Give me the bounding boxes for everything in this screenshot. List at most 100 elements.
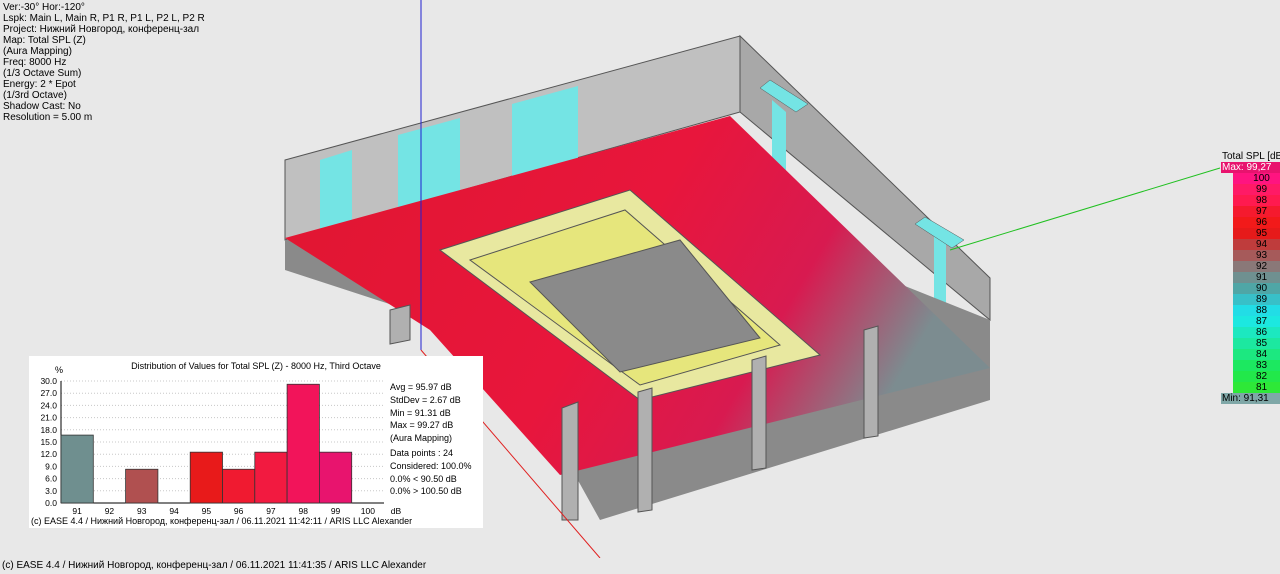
view-info: Ver:-30° Hor:-120° Lspk: Main L, Main R,… — [3, 2, 205, 123]
y-tick-label: 6.0 — [45, 474, 57, 484]
stat-points: Data points : 24 — [390, 447, 454, 458]
octave-sum-text: (1/3 Octave Sum) — [3, 68, 82, 79]
legend-label: 98 — [1255, 195, 1268, 206]
x-axis-unit: dB — [391, 506, 402, 516]
histogram-bar — [60, 434, 94, 504]
histogram-bar — [125, 468, 159, 504]
y-tick-label: 27.0 — [40, 388, 57, 398]
third-octave-text: (1/3rd Octave) — [3, 90, 67, 101]
legend-row: 89 — [1221, 294, 1280, 305]
legend-row: 100 — [1221, 173, 1280, 184]
legend-row: 85 — [1221, 338, 1280, 349]
y-tick-label: 12.0 — [40, 449, 57, 459]
legend-row: 98 — [1221, 195, 1280, 206]
legend-label: 81 — [1255, 382, 1268, 393]
histogram-window[interactable]: Distribution of Values for Total SPL (Z)… — [29, 356, 483, 528]
legend-label: 97 — [1255, 206, 1268, 217]
legend-label: 95 — [1255, 228, 1268, 239]
x-tick-label: 98 — [299, 506, 309, 516]
y-tick-label: 18.0 — [40, 425, 57, 435]
x-tick-label: 95 — [202, 506, 212, 516]
legend-row: 99 — [1221, 184, 1280, 195]
x-tick-label: 96 — [234, 506, 244, 516]
stat-avg: Avg = 95.97 dB — [390, 382, 452, 392]
legend-label: 85 — [1255, 338, 1268, 349]
legend-row: 95 — [1221, 228, 1280, 239]
histogram-bar — [286, 383, 320, 504]
x-tick-label: 94 — [169, 506, 179, 516]
legend-title: Total SPL [dB] — [1222, 151, 1280, 162]
x-tick-label: 99 — [331, 506, 341, 516]
legend-row: 82 — [1221, 371, 1280, 382]
legend-row: 88 — [1221, 305, 1280, 316]
legend-row: 83 — [1221, 360, 1280, 371]
mapping-text: (Aura Mapping) — [3, 46, 72, 57]
stat-min: Min = 91.31 dB — [390, 407, 451, 418]
y-tick-label: 0.0 — [45, 498, 57, 508]
legend-label: 89 — [1255, 294, 1268, 305]
legend-label: 87 — [1255, 316, 1268, 327]
y-tick-label: 3.0 — [45, 486, 57, 496]
x-tick-label: 91 — [72, 506, 82, 516]
project-text: Project: Нижний Новгород, конференц-зал — [3, 24, 200, 35]
y-tick-label: 24.0 — [40, 400, 57, 410]
axis-y — [949, 167, 1221, 251]
histogram-bar — [254, 451, 288, 504]
y-tick-label: 30.0 — [40, 376, 57, 386]
stat-stddev: StdDev = 2.67 dB — [390, 394, 461, 405]
legend-label: 86 — [1255, 327, 1268, 338]
y-tick-label: 21.0 — [40, 413, 57, 423]
legend-max: Max: 99,27 — [1221, 162, 1280, 173]
legend-label: 88 — [1255, 305, 1268, 316]
spl-color-legend: Total SPL [dB] Max: 99,27 100 99 98 97 96 95 9… — [1221, 151, 1280, 404]
x-tick-label: 100 — [361, 506, 375, 516]
stat-mapping: (Aura Mapping) — [390, 433, 453, 444]
legend-label: 100 — [1253, 173, 1270, 184]
stat-max: Max = 99.27 dB — [390, 420, 454, 431]
histogram-footer: (c) EASE 4.4 / Нижний Новгород, конферен… — [31, 516, 413, 526]
legend-label: 99 — [1255, 184, 1268, 195]
legend-row: 94 — [1221, 239, 1280, 250]
stat-above: 0.0% > 100.50 dB — [390, 486, 462, 497]
legend-row: 84 — [1221, 349, 1280, 360]
legend-label: 96 — [1255, 217, 1268, 228]
legend-label: 93 — [1255, 250, 1268, 261]
legend-min: Min: 91,31 — [1221, 393, 1280, 404]
stat-considered: Considered: 100.0% — [390, 460, 472, 471]
map-text: Map: Total SPL (Z) — [3, 35, 86, 46]
legend-row: 90 — [1221, 283, 1280, 294]
legend-label: 92 — [1255, 261, 1268, 272]
legend-label: 90 — [1255, 283, 1268, 294]
legend-label: 84 — [1255, 349, 1268, 360]
resolution-text: Resolution = 5.00 m — [3, 112, 93, 123]
histogram-stats: Avg = 95.97 dB StdDev = 2.67 dB Min = 91… — [390, 381, 472, 498]
legend-row: 92 — [1221, 261, 1280, 272]
status-bar: (c) EASE 4.4 / Нижний Новгород, конферен… — [0, 558, 1280, 574]
legend-row: 86 — [1221, 327, 1280, 338]
energy-text: Energy: 2 * Epot — [3, 79, 76, 90]
x-tick-label: 92 — [105, 506, 115, 516]
legend-row: 91 — [1221, 272, 1280, 283]
histogram-bar — [189, 451, 223, 504]
x-tick-label: 97 — [266, 506, 276, 516]
legend-row: 97 — [1221, 206, 1280, 217]
histogram-bar — [222, 468, 256, 504]
legend-label: 91 — [1255, 272, 1268, 283]
y-tick-label: 9.0 — [45, 461, 57, 471]
y-tick-label: 15.0 — [40, 437, 57, 447]
shadow-cast-text: Shadow Cast: No — [3, 101, 81, 112]
legend-label: 94 — [1255, 239, 1268, 250]
loudspeakers-text: Lspk: Main L, Main R, P1 R, P1 L, P2 L, … — [3, 13, 205, 24]
legend-label: 83 — [1255, 360, 1268, 371]
legend-row: 96 — [1221, 217, 1280, 228]
legend-scale: 100 99 98 97 96 95 94 93 92 91 90 89 88 87 86 85 84 83 82 8… — [1221, 173, 1280, 393]
stat-below: 0.0% < 90.50 dB — [390, 473, 457, 484]
legend-row: 87 — [1221, 316, 1280, 327]
legend-row: 81 — [1221, 382, 1280, 393]
frequency-text: Freq: 8000 Hz — [3, 57, 67, 68]
view-angle-text: Ver:-30° Hor:-120° — [3, 2, 85, 13]
histogram-bar — [318, 451, 353, 504]
x-tick-label: 93 — [137, 506, 147, 516]
legend-label: 82 — [1255, 371, 1268, 382]
legend-row: 93 — [1221, 250, 1280, 261]
